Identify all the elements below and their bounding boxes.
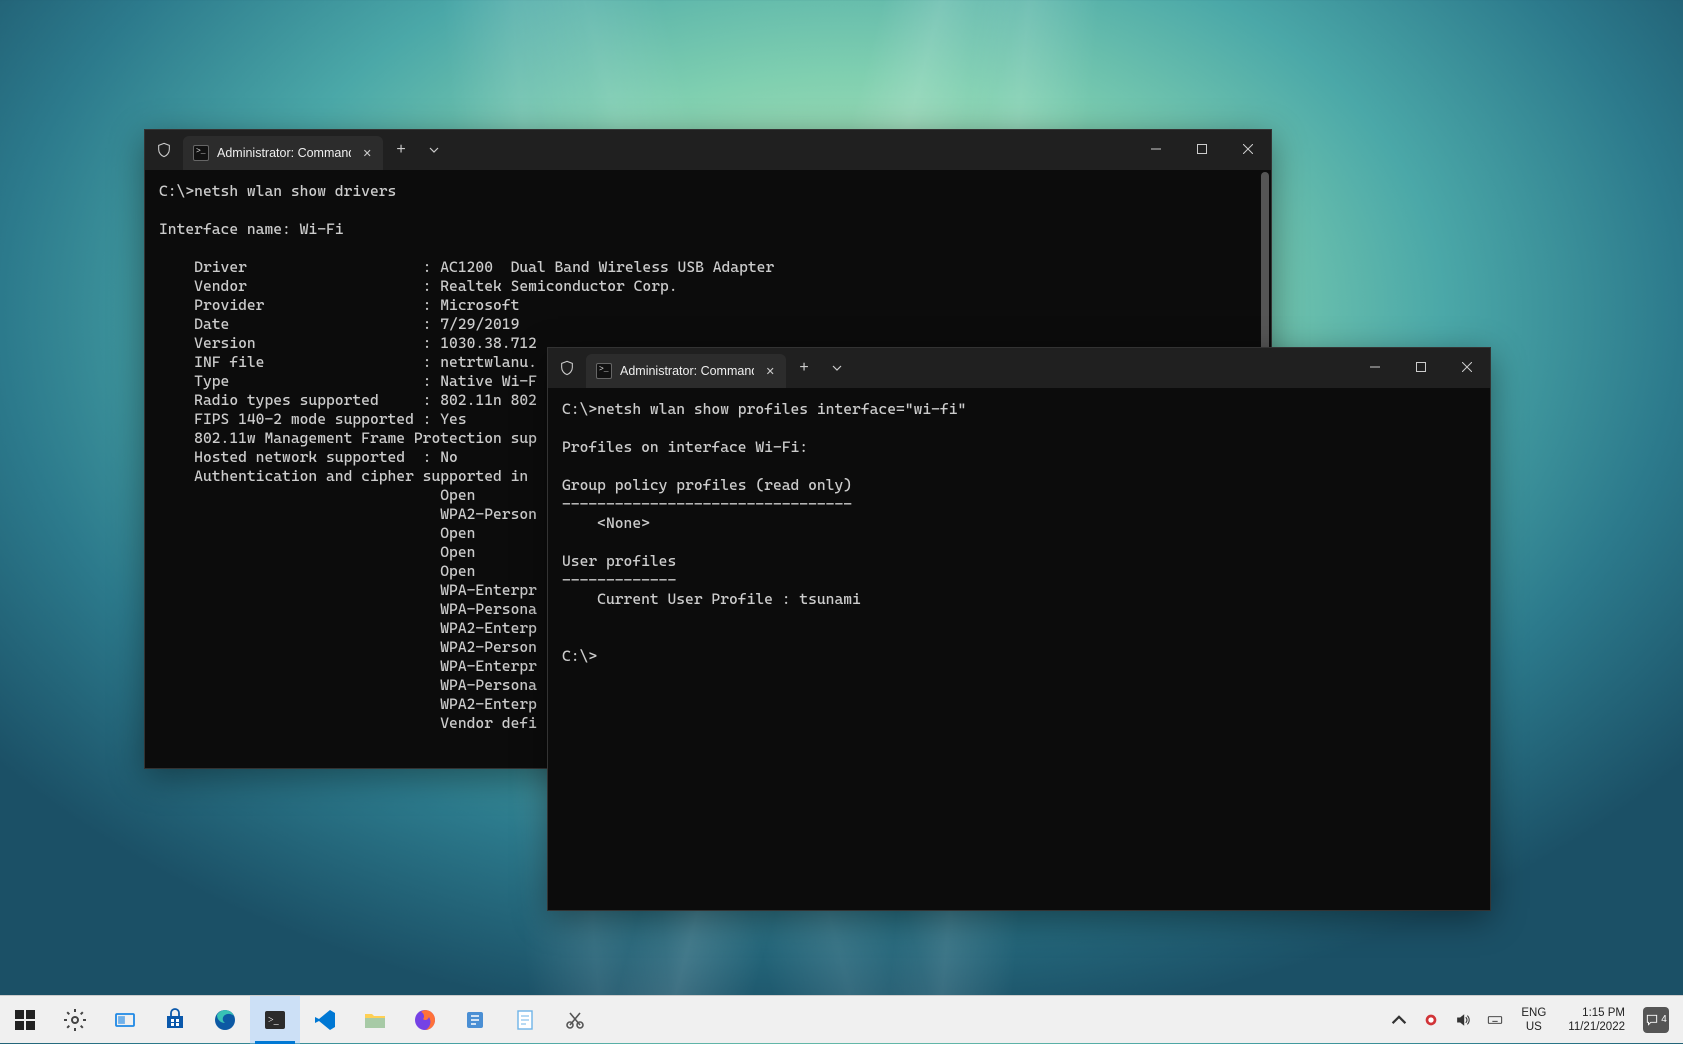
tray-overflow-icon[interactable]: [1385, 996, 1413, 1043]
security-icon[interactable]: [1417, 996, 1445, 1043]
notification-center[interactable]: 4: [1643, 1007, 1669, 1033]
titlebar[interactable]: Administrator: Command Prom ✕ +: [145, 130, 1271, 170]
close-window-button[interactable]: [1225, 130, 1271, 168]
minimize-button[interactable]: [1352, 348, 1398, 386]
clock-date: 11/21/2022: [1568, 1020, 1625, 1034]
shield-icon: [548, 348, 586, 388]
new-tab-button[interactable]: +: [786, 349, 822, 387]
maximize-button[interactable]: [1398, 348, 1444, 386]
terminal-output[interactable]: C:\>netsh wlan show profiles interface="…: [548, 388, 1490, 910]
tab-dropdown-button[interactable]: [822, 349, 852, 387]
maximize-button[interactable]: [1179, 130, 1225, 168]
terminal-window-2: Administrator: Command Prom ✕ + C:\>nets…: [547, 347, 1491, 911]
edge-icon[interactable]: [200, 996, 250, 1044]
task-view-icon[interactable]: [100, 996, 150, 1044]
tab[interactable]: Administrator: Command Prom ✕: [183, 136, 383, 170]
terminal-app-icon[interactable]: >_: [250, 996, 300, 1044]
tab-title: Administrator: Command Prom: [217, 146, 351, 160]
notepad-icon[interactable]: [500, 996, 550, 1044]
tab-dropdown-button[interactable]: [419, 131, 449, 169]
system-tray: ENG US 1:15 PM 11/21/2022 4: [1379, 996, 1683, 1043]
snipping-tool-icon[interactable]: [550, 996, 600, 1044]
svg-text:>_: >_: [268, 1015, 280, 1026]
firefox-icon[interactable]: [400, 996, 450, 1044]
keyboard-icon[interactable]: [1481, 996, 1509, 1043]
language-indicator[interactable]: ENG US: [1513, 996, 1554, 1043]
lang-secondary: US: [1526, 1020, 1542, 1034]
file-explorer-icon[interactable]: [350, 996, 400, 1044]
notification-count: 4: [1661, 1014, 1667, 1025]
close-tab-button[interactable]: ✕: [762, 361, 778, 381]
start-button[interactable]: [0, 996, 50, 1044]
clock[interactable]: 1:15 PM 11/21/2022: [1558, 996, 1635, 1043]
tab-title: Administrator: Command Prom: [620, 364, 754, 378]
volume-icon[interactable]: [1449, 996, 1477, 1043]
shield-icon: [145, 130, 183, 170]
microsoft-store-icon[interactable]: [150, 996, 200, 1044]
close-tab-button[interactable]: ✕: [359, 143, 375, 163]
new-tab-button[interactable]: +: [383, 131, 419, 169]
vscode-icon[interactable]: [300, 996, 350, 1044]
titlebar[interactable]: Administrator: Command Prom ✕ +: [548, 348, 1490, 388]
settings-icon[interactable]: [50, 996, 100, 1044]
minimize-button[interactable]: [1133, 130, 1179, 168]
close-window-button[interactable]: [1444, 348, 1490, 386]
app-icon-1[interactable]: [450, 996, 500, 1044]
tab[interactable]: Administrator: Command Prom ✕: [586, 354, 786, 388]
cmd-icon: [193, 145, 209, 161]
lang-primary: ENG: [1521, 1006, 1546, 1020]
clock-time: 1:15 PM: [1582, 1006, 1625, 1020]
cmd-icon: [596, 363, 612, 379]
taskbar: >_ EN: [0, 995, 1683, 1043]
